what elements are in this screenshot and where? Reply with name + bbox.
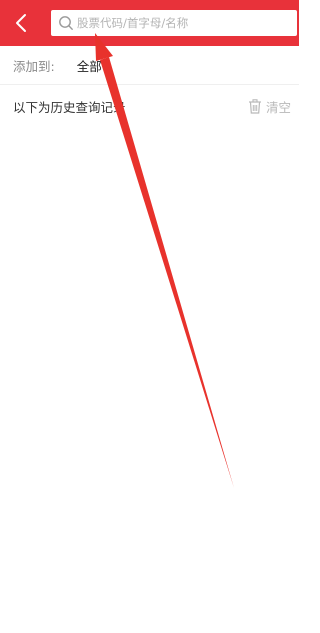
history-header-row: 以下为历史查询记录 清空 [0,85,299,127]
add-to-group-selector[interactable]: 全部 [77,56,102,75]
search-input[interactable] [77,13,287,33]
chevron-left-icon [16,14,26,32]
search-icon [58,15,74,31]
search-box[interactable] [51,10,297,36]
clear-history-button[interactable]: 清空 [248,97,291,116]
trash-icon [248,99,262,114]
stock-search-page: 添加到: 全部 以下为历史查询记录 清空 [0,0,299,633]
search-header [0,0,299,46]
add-to-row: 添加到: 全部 [0,46,299,85]
history-title: 以下为历史查询记录 [13,99,126,115]
add-to-label: 添加到: [13,58,55,74]
back-button[interactable] [6,8,36,38]
clear-label: 清空 [265,100,291,115]
